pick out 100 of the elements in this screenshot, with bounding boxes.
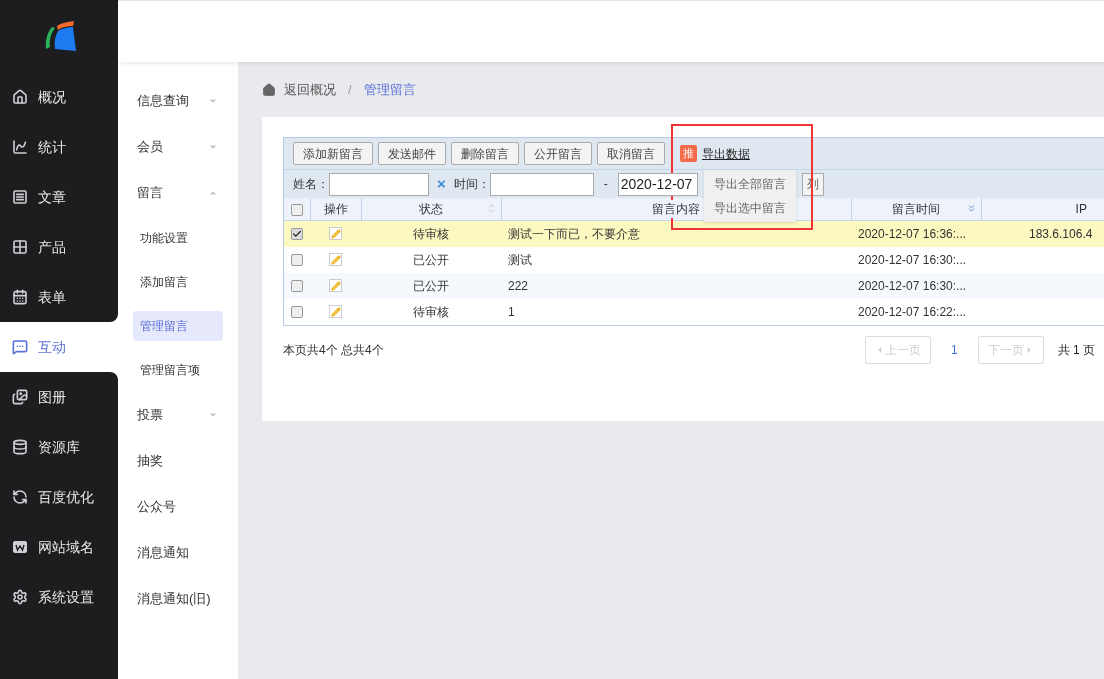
nav-item[interactable]: 文章 [0,172,118,222]
nav-label: 百度优化 [38,487,94,507]
nav-item[interactable]: 产品 [0,222,118,272]
edit-icon[interactable] [329,227,342,240]
nav-item[interactable]: 表单 [0,272,118,322]
toolbar-button[interactable]: 删除留言 [451,142,519,165]
table-cell-text: 已公开 [413,251,449,269]
toolbar-button[interactable]: 发送邮件 [378,142,446,165]
name-label: 姓名： [293,176,329,193]
grid-icon [12,239,28,255]
row-checkbox[interactable] [291,305,303,318]
caret-icon [208,188,218,198]
nav-label: 系统设置 [38,587,94,607]
breadcrumb-separator: / [348,80,352,99]
nav-item[interactable]: 网站域名 [0,522,118,572]
date-dash: - [603,176,608,193]
nav-label: 互动 [38,337,66,357]
edit-icon[interactable] [329,279,342,292]
chart-icon [12,139,28,155]
calendar-icon [12,289,28,305]
back-link[interactable]: 返回概况 [284,79,336,100]
end-date-field[interactable]: 2020-12-07 [617,172,698,196]
table-cell: 测试一下而已，不要介意 [508,226,640,241]
column-header[interactable]: 留言时间 [892,199,940,218]
nav-item[interactable]: 系统设置 [0,572,118,622]
row-checkbox[interactable] [291,227,303,240]
nav-item[interactable]: 统计 [0,122,118,172]
submenu-item[interactable]: 会员 [118,124,238,170]
hot-badge: 推 [680,145,697,162]
database-icon [12,439,28,455]
table-row[interactable]: 待审核 测试一下而已，不要介意 2020-12-07 16:36:... 183.6.106.4 [284,220,1104,247]
table-cell: 2020-12-07 16:36:... [858,226,967,241]
table-cell-text: 待审核 [413,225,449,243]
caret-icon [208,142,218,152]
column-header[interactable]: 操作 [323,199,348,218]
nav-label: 网站域名 [38,537,94,557]
column-header[interactable]: IP [1075,199,1087,218]
column-header[interactable]: 留言内容 [652,199,700,218]
submenu-item[interactable]: 投票 [118,392,238,438]
nav-label: 产品 [38,237,66,257]
submenu-link[interactable]: 功能设置 [133,223,223,253]
edit-icon[interactable] [329,253,342,266]
nav-item[interactable]: 概况 [0,72,118,122]
toolbar-button[interactable]: 公开留言 [524,142,592,165]
table-cell: 测试 [508,252,532,267]
export-link[interactable]: 导出数据 [702,144,750,163]
page-summary: 本页共4个 总共4个 [283,341,385,359]
submenu-item[interactable]: 抽奖 [118,438,238,484]
table-cell-text: 已公开 [413,277,449,295]
caret-icon [208,96,218,106]
nav-label: 概况 [38,87,66,107]
table-cell: 2020-12-07 16:22:... [858,304,967,319]
column-header[interactable]: 状态 [419,199,443,218]
nav-item[interactable]: 资源库 [0,422,118,472]
nav-label: 统计 [38,137,66,157]
caret-icon [208,410,218,420]
table-cell: 2020-12-07 16:30:... [858,252,967,267]
submenu-link[interactable]: 添加留言 [133,267,223,297]
w-square-icon [12,539,28,555]
page-total: 共 1 页 [1057,341,1096,359]
row-checkbox[interactable] [291,279,303,292]
nav-label: 资源库 [38,437,80,457]
refresh-icon [12,489,28,505]
toolbar-button[interactable]: 取消留言 [597,142,665,165]
table-cell: 183.6.106.4 [1029,226,1093,241]
table-cell: 1 [508,304,515,319]
submenu-item[interactable]: 消息通知 [118,530,238,576]
page-number[interactable]: 1 [951,340,958,359]
export-menu-item[interactable]: 导出全部留言 [704,172,796,196]
submenu-item[interactable]: 信息查询 [118,78,238,124]
nav-item[interactable]: 百度优化 [0,472,118,522]
nav-item[interactable]: 图册 [0,372,118,422]
nav-label: 图册 [38,387,66,407]
table-cell-text: 待审核 [413,303,449,321]
settings-icon [12,589,28,605]
table-row[interactable]: 已公开 222 2020-12-07 16:30:... [284,272,1104,299]
edit-icon[interactable] [329,305,342,318]
row-checkbox[interactable] [291,253,303,266]
name-input-field[interactable] [329,172,429,196]
submenu-link[interactable]: 管理留言 [133,311,223,341]
time-label: 时间： [453,176,490,193]
image-icon [12,389,28,405]
chat-icon [12,339,28,355]
export-menu-item[interactable]: 导出选中留言 [704,196,796,220]
toolbar-button[interactable]: 添加新留言 [293,142,373,165]
caret-left-icon [875,344,885,355]
table-cell: 2020-12-07 16:30:... [858,278,967,293]
submenu-item[interactable]: 公众号 [118,484,238,530]
start-date-field[interactable] [489,172,594,196]
submenu-item[interactable]: 消息通知(旧) [118,576,238,622]
nav-label: 文章 [38,187,66,207]
submenu-link[interactable]: 管理留言项 [133,355,223,385]
home-icon [262,82,276,97]
submenu-item[interactable]: 留言 [118,170,238,216]
nav-label: 表单 [38,287,66,307]
checkbox[interactable] [290,203,303,216]
document-icon [12,189,28,205]
breadcrumb-current: 管理留言 [363,80,416,99]
table-cell: 222 [508,278,529,293]
home-icon [12,89,28,105]
